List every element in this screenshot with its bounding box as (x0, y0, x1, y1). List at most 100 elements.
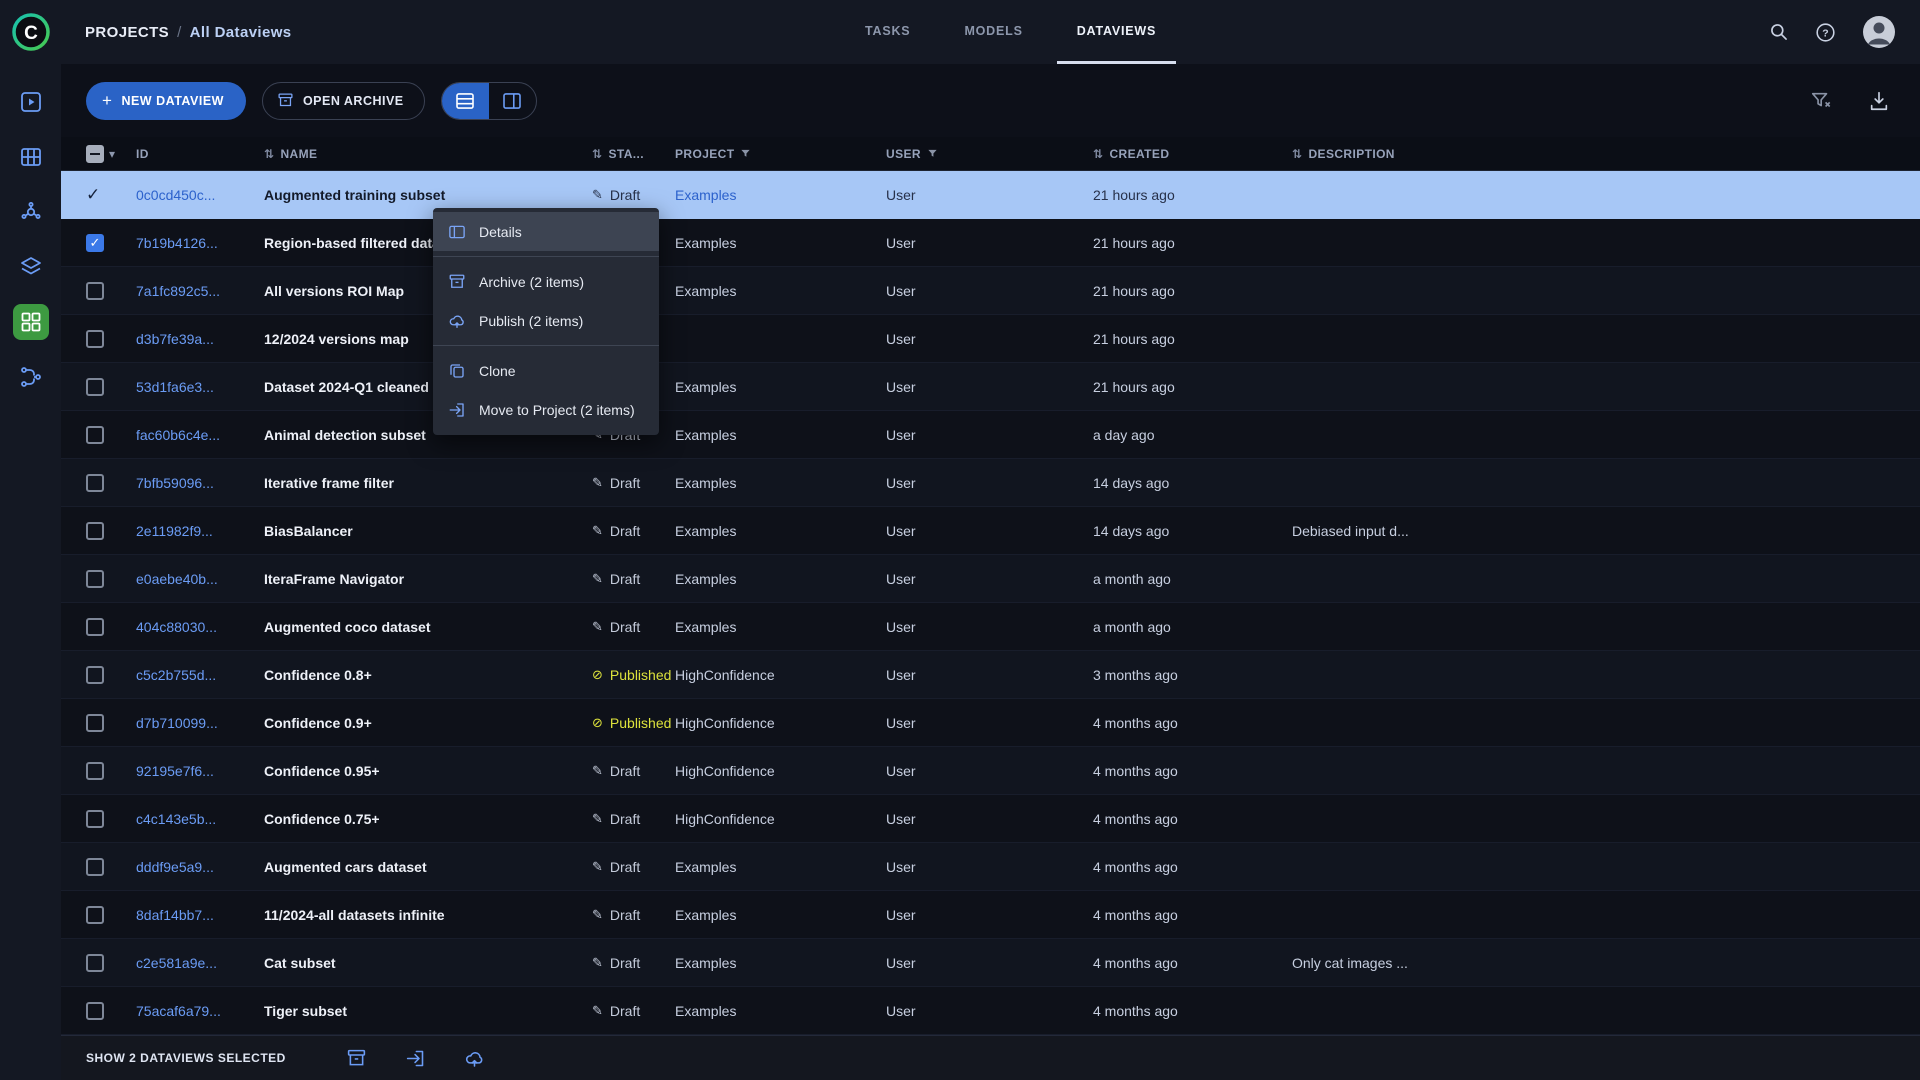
row-id-link[interactable]: c5c2b755d... (136, 667, 264, 683)
table-row[interactable]: c5c2b755d... Confidence 0.8+ ⊘ Published Hig… (61, 651, 1920, 699)
row-checkbox[interactable] (86, 617, 104, 636)
table-row[interactable]: c2e581a9e... Cat subset ✎ Draft Examples User… (61, 939, 1920, 987)
table-row[interactable]: 53d1fa6e3...Dataset 2024-Q1 cleaned✎Draf… (61, 363, 1920, 411)
column-header-project[interactable]: PROJECT (675, 147, 886, 161)
menu-item-publish[interactable]: Publish (2 items) (433, 301, 659, 340)
column-header-user[interactable]: USER (886, 147, 1093, 161)
row-id-link[interactable]: dddf9e5a9... (136, 859, 264, 875)
table-row[interactable]: d7b710099... Confidence 0.9+ ⊘ Published Hig… (61, 699, 1920, 747)
new-dataview-button[interactable]: + NEW DATAVIEW (86, 81, 246, 120)
row-id-link[interactable]: d7b710099... (136, 715, 264, 731)
row-id-link[interactable]: d3b7fe39a... (136, 331, 264, 347)
sort-icon[interactable]: ⇅ (1292, 147, 1302, 161)
row-id-link[interactable]: e0aebe40b... (136, 571, 264, 587)
clear-filters-icon[interactable] (1810, 90, 1832, 112)
publish-icon (448, 312, 466, 330)
row-created: 21 hours ago (1093, 186, 1175, 203)
tab-dataviews[interactable]: DATAVIEWS (1056, 0, 1177, 64)
table-row[interactable]: ✓ 0c0cd450c... Augmented training subset ✎ D… (61, 171, 1920, 219)
column-header-description[interactable]: ⇅ DESCRIPTION (1292, 147, 1920, 161)
table-row[interactable]: 92195e7f6... Confidence 0.95+ ✎ Draft HighCo… (61, 747, 1920, 795)
row-checkbox[interactable] (86, 953, 104, 972)
table-view-button[interactable] (441, 82, 489, 119)
row-id-link[interactable]: 75acaf6a79... (136, 1003, 264, 1019)
row-checkbox[interactable] (86, 521, 104, 540)
table-row[interactable]: 7a1fc892c5...All versions ROI Map✎DraftE… (61, 267, 1920, 315)
table-row[interactable]: d3b7fe39a...12/2024 versions map✎DraftUs… (61, 315, 1920, 363)
column-header-id[interactable]: ID (136, 147, 264, 161)
row-checkbox[interactable] (86, 905, 104, 924)
search-icon[interactable] (1769, 22, 1789, 42)
help-icon[interactable]: ? (1815, 22, 1836, 43)
menu-item-clone[interactable]: Clone (433, 351, 659, 390)
row-checkbox[interactable] (86, 473, 104, 492)
row-checkbox[interactable] (86, 329, 104, 348)
table-row[interactable]: 8daf14bb7... 11/2024-all datasets infinit… (61, 891, 1920, 939)
nav-models[interactable] (13, 249, 49, 285)
row-checkbox[interactable] (86, 713, 104, 732)
table-row[interactable]: 404c88030... Augmented coco dataset ✎ Draft… (61, 603, 1920, 651)
move-selected-button[interactable] (405, 1048, 426, 1069)
tab-models[interactable]: MODELS (944, 0, 1042, 64)
nav-pipelines[interactable] (13, 359, 49, 395)
publish-selected-button[interactable] (464, 1048, 485, 1069)
row-checkbox[interactable] (86, 281, 104, 300)
column-header-created[interactable]: ⇅ CREATED (1093, 147, 1292, 161)
menu-item-move-to-project[interactable]: Move to Project (2 items) (433, 390, 659, 429)
split-view-button[interactable] (489, 83, 536, 119)
row-checkbox[interactable] (86, 377, 104, 396)
menu-item-archive[interactable]: Archive (2 items) (433, 262, 659, 301)
nav-projects[interactable] (13, 84, 49, 120)
archive-selected-button[interactable] (346, 1048, 367, 1069)
table-row[interactable]: ✓7b19b4126...Region-based filtered data✎… (61, 219, 1920, 267)
row-checkbox[interactable] (86, 665, 104, 684)
row-id-link[interactable]: 404c88030... (136, 619, 264, 635)
table-row[interactable]: dddf9e5a9... Augmented cars dataset ✎ Draft… (61, 843, 1920, 891)
row-checkbox[interactable]: ✓ (86, 185, 100, 205)
row-id-link[interactable]: 2e11982f9... (136, 523, 264, 539)
filter-icon[interactable] (740, 148, 751, 159)
open-archive-button[interactable]: OPEN ARCHIVE (261, 81, 425, 120)
row-id-link[interactable]: 7a1fc892c5... (136, 283, 264, 299)
column-header-name[interactable]: ⇅ NAME (264, 147, 592, 161)
row-id-link[interactable]: c4c143e5b... (136, 811, 264, 827)
row-id-link[interactable]: 53d1fa6e3... (136, 379, 264, 395)
table-row[interactable]: c4c143e5b... Confidence 0.75+ ✎ Draft HighCo… (61, 795, 1920, 843)
menu-item-details[interactable]: Details (433, 212, 659, 251)
row-id-link[interactable]: 7b19b4126... (136, 235, 264, 251)
nav-datasets[interactable] (13, 139, 49, 175)
table-row[interactable]: 7bfb59096... Iterative frame filter ✎ Draft… (61, 459, 1920, 507)
row-checkbox[interactable] (86, 425, 104, 444)
sort-icon[interactable]: ⇅ (264, 147, 274, 161)
nav-dataviews[interactable] (12, 304, 49, 340)
table-row[interactable]: fac60b6c4e...Animal detection subset✎Dra… (61, 411, 1920, 459)
show-selected-link[interactable]: SHOW 2 DATAVIEWS SELECTED (86, 1051, 286, 1065)
row-checkbox[interactable] (86, 569, 104, 588)
row-checkbox[interactable] (86, 809, 104, 828)
row-checkbox[interactable] (86, 857, 104, 876)
download-icon[interactable] (1868, 90, 1890, 112)
column-header-status[interactable]: ⇅ STA... (592, 147, 675, 161)
row-id-link[interactable]: 8daf14bb7... (136, 907, 264, 923)
user-avatar[interactable] (1862, 15, 1896, 49)
breadcrumb-projects[interactable]: PROJECTS (85, 24, 169, 41)
sort-icon[interactable]: ⇅ (592, 147, 602, 161)
nav-annotations[interactable] (13, 194, 49, 230)
select-all-checkbox[interactable] (86, 144, 104, 163)
row-id-link[interactable]: 0c0cd450c... (136, 187, 264, 203)
table-row[interactable]: 2e11982f9... BiasBalancer ✎ Draft Examples Us… (61, 507, 1920, 555)
app-logo[interactable]: C (0, 12, 61, 52)
row-id-link[interactable]: 92195e7f6... (136, 763, 264, 779)
row-id-link[interactable]: fac60b6c4e... (136, 427, 264, 443)
row-id-link[interactable]: 7bfb59096... (136, 475, 264, 491)
row-checkbox[interactable] (86, 761, 104, 780)
selection-dropdown-icon[interactable]: ▾ (109, 147, 115, 161)
table-row[interactable]: 75acaf6a79... Tiger subset ✎ Draft Examples U… (61, 987, 1920, 1035)
tab-tasks[interactable]: TASKS (845, 0, 930, 64)
table-row[interactable]: e0aebe40b... IteraFrame Navigator ✎ Draft Ex… (61, 555, 1920, 603)
row-checkbox[interactable]: ✓ (86, 233, 104, 252)
row-checkbox[interactable] (86, 1001, 104, 1020)
filter-icon[interactable] (927, 148, 938, 159)
sort-icon[interactable]: ⇅ (1093, 147, 1103, 161)
row-id-link[interactable]: c2e581a9e... (136, 955, 264, 971)
